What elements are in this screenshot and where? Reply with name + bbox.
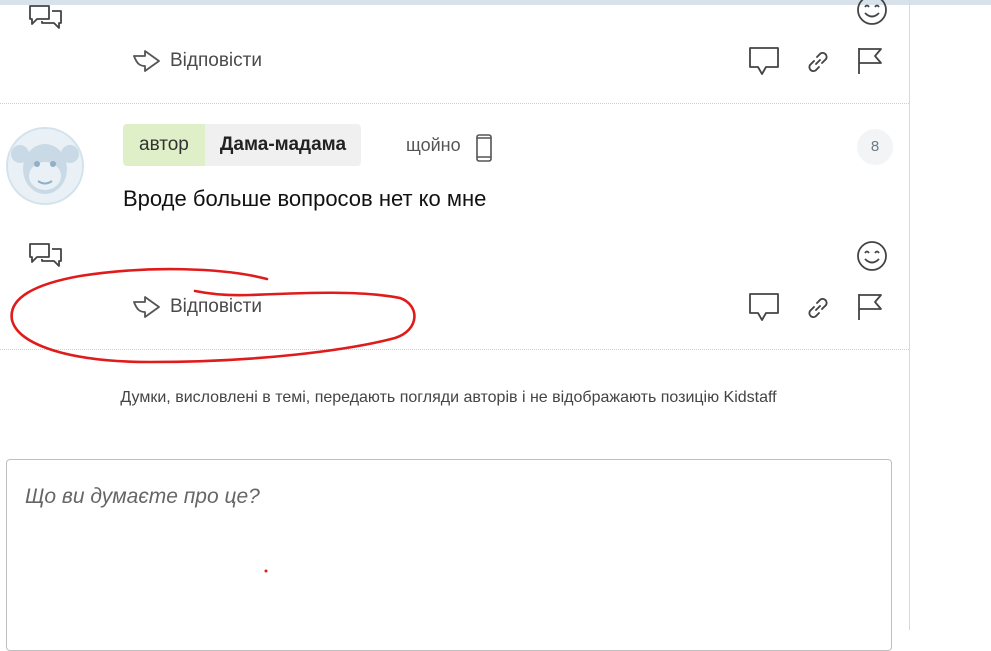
comment-input[interactable]: Що ви думаєте про це? [6,459,892,651]
reply-arrow-icon [132,50,162,72]
mobile-phone-icon [475,134,493,162]
reply-label: Відповісти [170,296,262,317]
avatar[interactable] [5,124,85,208]
smiley-icon[interactable] [856,240,888,272]
author-role-badge: автор [123,124,205,166]
flag-icon[interactable] [856,46,886,76]
reply-link-prev[interactable]: Відповісти [132,47,262,75]
comment-bubble-icon[interactable] [747,45,781,77]
post-body: Вроде больше вопросов нет ко мне [123,186,487,211]
column-divider [909,0,910,630]
post-number-badge[interactable]: 8 [857,129,893,165]
reply-arrow-icon [132,296,162,318]
comments-icon[interactable] [28,241,64,269]
reply-link[interactable]: Відповісти [132,293,262,321]
smiley-icon[interactable] [856,0,888,26]
link-icon[interactable] [805,295,831,321]
link-icon[interactable] [805,49,831,75]
comment-bubble-icon[interactable] [747,291,781,323]
post-divider [0,103,909,104]
author-chip[interactable]: автор Дама-мадама [123,124,362,166]
author-name[interactable]: Дама-мадама [204,124,362,166]
flag-icon[interactable] [856,292,886,322]
disclaimer-text: Думки, висловлені в темі, передають погл… [120,389,777,406]
post-divider [0,349,909,350]
comments-icon[interactable] [28,3,64,31]
top-bar [0,0,991,5]
reply-label: Відповісти [170,50,262,71]
post-time: щойно [406,135,461,155]
comment-placeholder: Що ви думаєте про це? [25,485,260,508]
